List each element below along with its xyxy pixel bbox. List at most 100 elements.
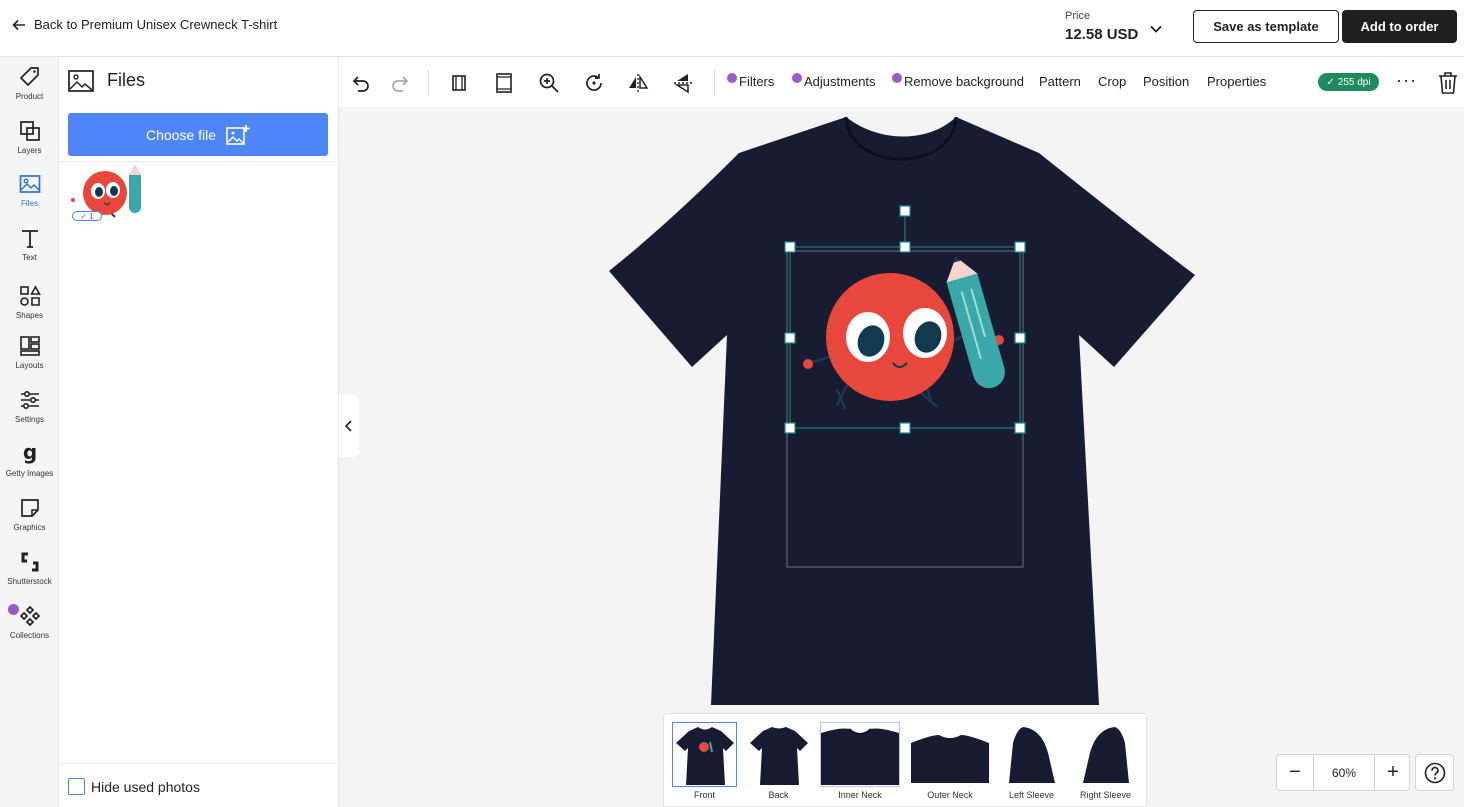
view-front[interactable]: Front — [672, 722, 737, 800]
add-to-order-button[interactable]: Add to order — [1342, 10, 1457, 43]
arrow-left-icon — [12, 19, 25, 30]
svg-text:g: g — [22, 442, 36, 464]
top-header: Back to Premium Unisex Crewneck T-shirt … — [0, 0, 1464, 57]
flip-horizontal-icon[interactable] — [627, 72, 649, 94]
resize-handle[interactable] — [784, 241, 796, 253]
chevron-down-icon[interactable] — [1149, 22, 1163, 36]
toolbar-divider — [428, 70, 429, 96]
view-label: Inner Neck — [838, 790, 882, 800]
right-sleeve-thumbnail — [1082, 726, 1129, 783]
chevron-left-icon — [344, 420, 352, 432]
rail-item-shutterstock[interactable]: Shutterstock — [0, 550, 59, 586]
fit-width-icon[interactable] — [448, 72, 470, 94]
rail-label: Files — [21, 199, 38, 208]
divider — [59, 763, 339, 764]
view-inner-neck[interactable]: Inner Neck — [820, 722, 900, 800]
rail-label: Collections — [9, 631, 50, 640]
rail-item-layouts[interactable]: Layouts — [0, 334, 59, 370]
rail-item-files[interactable]: Files — [0, 172, 59, 208]
divider — [59, 161, 339, 162]
add-image-icon — [226, 124, 250, 145]
price-value: 12.58 USD — [1065, 26, 1139, 43]
trash-icon[interactable] — [1437, 71, 1459, 95]
pattern-label: Pattern — [1039, 74, 1081, 89]
zoom-level: 60% — [1313, 755, 1375, 790]
back-link-label: Back to Premium Unisex Crewneck T-shirt — [34, 17, 278, 32]
view-label: Left Sleeve — [1008, 790, 1055, 800]
rail-label: Product — [15, 92, 44, 101]
image-icon — [19, 175, 40, 193]
rail-label: Getty Images — [5, 469, 54, 478]
image-icon — [68, 70, 94, 92]
view-thumbnail — [1073, 722, 1138, 787]
shapes-icon — [19, 285, 41, 306]
view-thumbnail — [672, 722, 737, 787]
filters-menu[interactable]: Filters — [727, 72, 774, 89]
rail-item-text[interactable]: Text — [0, 226, 59, 262]
layouts-icon — [19, 336, 40, 356]
view-right-sleeve[interactable]: Right Sleeve — [1073, 722, 1138, 800]
dpi-value: 255 dpi — [1337, 76, 1371, 88]
rail-item-product[interactable]: Product — [0, 65, 59, 101]
rail-item-getty-images[interactable]: g Getty Images — [0, 442, 59, 478]
sliders-icon — [20, 390, 39, 410]
more-options-icon[interactable]: ··· — [1396, 70, 1417, 91]
resize-handle[interactable] — [784, 422, 796, 434]
uploaded-file-thumbnail[interactable]: ✓ 1 — [71, 163, 149, 221]
help-button[interactable] — [1415, 754, 1454, 791]
view-back[interactable]: Back — [746, 722, 811, 800]
sticker-icon — [20, 499, 39, 517]
hide-used-photos: Hide used photos — [68, 778, 200, 795]
collapse-panel-button[interactable] — [339, 395, 359, 457]
tshirt-front-thumbnail — [675, 726, 734, 785]
resize-handle[interactable] — [899, 422, 911, 434]
dpi-badge: ✓ 255 dpi — [1318, 73, 1379, 91]
flip-vertical-icon[interactable] — [672, 72, 694, 94]
check-icon: ✓ — [80, 211, 88, 221]
save-as-template-button[interactable]: Save as template — [1193, 10, 1339, 43]
remove-background-menu[interactable]: Remove background — [892, 72, 1024, 89]
hide-used-checkbox[interactable] — [68, 778, 85, 795]
rail-item-collections[interactable]: Collections — [0, 604, 59, 640]
adjustments-menu[interactable]: Adjustments — [792, 72, 876, 89]
undo-icon[interactable] — [349, 72, 371, 94]
properties-menu[interactable]: Properties — [1207, 74, 1266, 89]
resize-handle[interactable] — [1014, 332, 1026, 344]
pattern-menu[interactable]: Pattern — [1039, 74, 1081, 89]
view-label: Outer Neck — [927, 790, 973, 800]
fit-height-icon[interactable] — [493, 72, 515, 94]
rail-item-settings[interactable]: Settings — [0, 388, 59, 424]
resize-handle[interactable] — [899, 241, 911, 253]
redo-icon[interactable] — [390, 72, 412, 94]
back-link[interactable]: Back to Premium Unisex Crewneck T-shirt — [12, 17, 277, 32]
zoom-in-button[interactable]: + — [1375, 755, 1411, 790]
resize-handle[interactable] — [1014, 422, 1026, 434]
view-left-sleeve[interactable]: Left Sleeve — [999, 722, 1064, 800]
rotate-handle[interactable] — [899, 205, 911, 217]
price-block: Price 12.58 USD — [1065, 10, 1138, 43]
zoom-out-button[interactable]: − — [1277, 755, 1313, 790]
price-label: Price — [1065, 10, 1091, 22]
view-thumbnail — [746, 722, 811, 787]
view-outer-neck[interactable]: Outer Neck — [910, 722, 990, 800]
properties-label: Properties — [1207, 74, 1267, 89]
choose-file-button[interactable]: Choose file — [68, 113, 328, 156]
crop-menu[interactable]: Crop — [1098, 74, 1126, 89]
rail-item-shapes[interactable]: Shapes — [0, 284, 59, 320]
choose-file-label: Choose file — [145, 126, 217, 143]
collections-icon — [19, 605, 40, 627]
rotate-icon[interactable] — [583, 72, 605, 94]
left-rail: Product Layers Files Text Shapes Layouts… — [0, 57, 59, 807]
tshirt-mockup[interactable] — [609, 113, 1195, 706]
position-menu[interactable]: Position — [1143, 74, 1189, 89]
view-label: Back — [768, 790, 789, 800]
zoom-in-icon[interactable] — [538, 72, 560, 94]
rail-label: Shapes — [15, 311, 44, 320]
view-thumbnail — [910, 722, 990, 787]
resize-handle[interactable] — [784, 332, 796, 344]
remove-background-label: Remove background — [904, 74, 1024, 89]
rail-item-layers[interactable]: Layers — [0, 119, 59, 155]
premium-badge-icon — [892, 72, 902, 83]
resize-handle[interactable] — [1014, 241, 1026, 253]
rail-item-graphics[interactable]: Graphics — [0, 496, 59, 532]
